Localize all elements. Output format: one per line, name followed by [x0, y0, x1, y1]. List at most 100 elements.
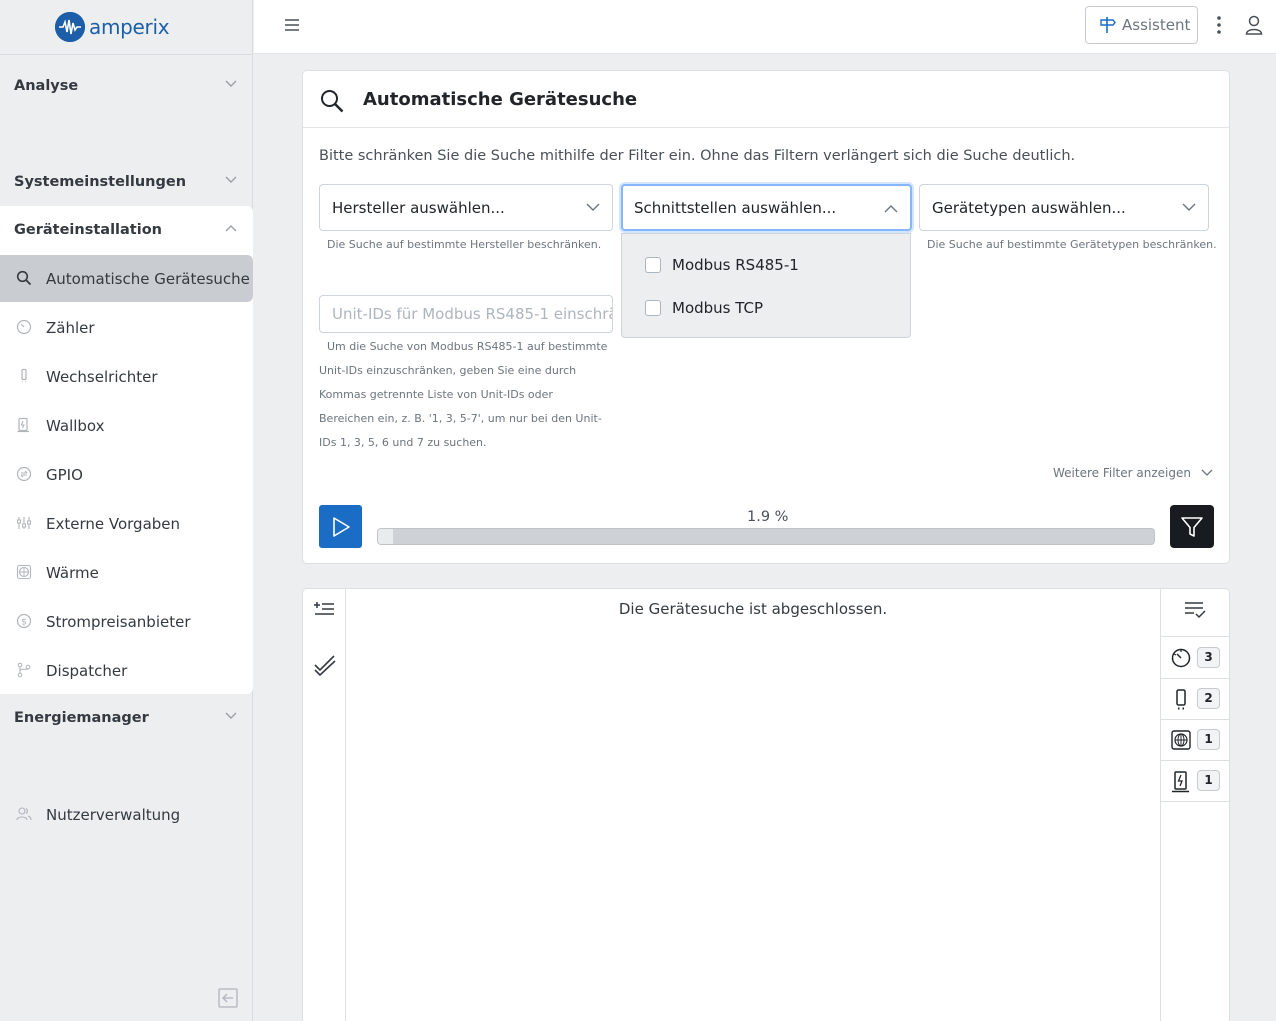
divider: [0, 54, 253, 55]
more-filters-toggle[interactable]: Weitere Filter anzeigen: [1053, 466, 1213, 480]
logo[interactable]: amperix: [55, 12, 170, 42]
checkbox[interactable]: [645, 300, 661, 316]
wallbox-icon: [1171, 771, 1191, 793]
section-geraeteinstallation-group: Geräteinstallation Automatische Gerätesu…: [0, 206, 253, 694]
heat-icon: [1171, 730, 1191, 750]
sidebar-item-wallbox[interactable]: Wallbox: [0, 402, 253, 449]
sidebar-item-label: Wärme: [46, 563, 99, 582]
search-icon: [319, 88, 345, 114]
svg-text:$: $: [21, 618, 27, 628]
section-energiemanager[interactable]: Energiemanager: [0, 694, 253, 742]
result-count-row[interactable]: 3: [1161, 638, 1229, 679]
results-left-toolbar: [303, 589, 346, 1021]
sidebar-item-label: Zähler: [46, 318, 95, 337]
page-title: Automatische Gerätesuche: [363, 89, 638, 110]
checkbox[interactable]: [645, 257, 661, 273]
section-systemeinstellungen[interactable]: Systemeinstellungen: [0, 158, 253, 206]
progress-fill: [378, 529, 393, 544]
section-geraeteinstallation[interactable]: Geräteinstallation: [0, 206, 253, 254]
sidebar-item-nutzerverwaltung[interactable]: Nutzerverwaltung: [0, 791, 253, 838]
meter-icon: [16, 319, 32, 335]
sidebar-item-label: Strompreisanbieter: [46, 612, 191, 631]
sidebar-item-automatische-geraetesuche[interactable]: Automatische Gerätesuche: [0, 255, 253, 302]
progress-bar: [377, 528, 1155, 545]
section-label: Analyse: [14, 78, 79, 94]
sidebar-item-externe-vorgaben[interactable]: Externe Vorgaben: [0, 500, 253, 547]
chevron-up-icon: [225, 224, 237, 232]
double-check-icon[interactable]: [313, 653, 337, 677]
device-types-select-placeholder: Gerätetypen auswählen...: [932, 198, 1126, 217]
sidebar-item-label: Externe Vorgaben: [46, 514, 181, 533]
sidebar-item-label: Wallbox: [46, 416, 105, 435]
result-count-row[interactable]: 1: [1161, 761, 1229, 802]
sidebar-item-wechselrichter[interactable]: Wechselrichter: [0, 353, 253, 400]
option-label: Modbus RS485-1: [672, 256, 799, 274]
filter-icon: [1180, 515, 1204, 539]
manufacturer-help: Die Suche auf bestimmte Hersteller besch…: [327, 238, 602, 251]
meter-icon: [1171, 648, 1191, 668]
sidebar-item-label: Dispatcher: [46, 661, 128, 680]
option-modbus-rs485-1[interactable]: Modbus RS485-1: [645, 256, 799, 274]
assistant-button[interactable]: Assistent: [1085, 6, 1198, 44]
sidebar-item-zaehler[interactable]: Zähler: [0, 304, 253, 351]
filter-hint: Bitte schränken Sie die Suche mithilfe d…: [319, 148, 1076, 164]
menu-icon[interactable]: [284, 18, 300, 32]
logo-text: amperix: [89, 15, 170, 39]
device-types-help: Die Suche auf bestimmte Gerätetypen besc…: [927, 238, 1217, 251]
topbar: Assistent: [254, 0, 1276, 54]
sidebar: amperix Analyse Systemeinstellungen Gerä…: [0, 0, 253, 1021]
chevron-down-icon: [1182, 203, 1196, 212]
section-label: Geräteinstallation: [14, 222, 162, 238]
add-list-icon[interactable]: [313, 600, 335, 618]
gpio-icon: [16, 466, 32, 482]
count-badge: 1: [1197, 729, 1220, 750]
card-header: Automatische Gerätesuche: [303, 71, 1229, 128]
unit-ids-help: Um die Suche von Modbus RS485-1 auf best…: [319, 340, 608, 449]
search-icon: [16, 270, 32, 286]
results-card: Die Gerätesuche ist abgeschlossen. 3 2 1…: [302, 588, 1230, 1021]
sidebar-item-dispatcher[interactable]: Dispatcher: [0, 647, 253, 694]
filter-button[interactable]: [1170, 505, 1214, 548]
results-right-toolbar: 3 2 1 1: [1160, 589, 1229, 1021]
chevron-down-icon: [586, 203, 600, 212]
interfaces-dropdown: Modbus RS485-1 Modbus TCP: [621, 233, 911, 338]
interfaces-select[interactable]: Schnittstellen auswählen...: [621, 184, 912, 231]
chevron-down-icon: [225, 712, 237, 720]
start-search-button[interactable]: [319, 505, 362, 548]
sidebar-item-label: GPIO: [46, 465, 83, 484]
unit-ids-input[interactable]: Unit-IDs für Modbus RS485-1 einschränken: [319, 295, 613, 333]
chevron-up-icon: [884, 204, 898, 213]
sidebar-item-label: Wechselrichter: [46, 367, 158, 386]
count-badge: 2: [1197, 688, 1220, 709]
external-icon: [16, 515, 32, 531]
dispatcher-icon: [16, 662, 32, 678]
manufacturer-select[interactable]: Hersteller auswählen...: [319, 184, 613, 231]
device-search-card: Automatische Gerätesuche Bitte schränken…: [302, 70, 1230, 564]
checklist-icon[interactable]: [1184, 601, 1206, 619]
signpost-icon: [1098, 15, 1118, 35]
more-options-icon[interactable]: [1216, 15, 1222, 35]
sidebar-item-waerme[interactable]: Wärme: [0, 549, 253, 596]
device-types-select[interactable]: Gerätetypen auswählen...: [919, 184, 1209, 231]
result-count-row[interactable]: 2: [1161, 679, 1229, 720]
user-icon[interactable]: [1244, 14, 1264, 36]
sidebar-item-gpio[interactable]: GPIO: [0, 451, 253, 498]
progress-label: 1.9 %: [747, 509, 789, 525]
collapse-sidebar-icon[interactable]: [218, 988, 238, 1008]
heat-icon: [16, 564, 32, 580]
users-icon: [16, 806, 32, 822]
sidebar-item-strompreisanbieter[interactable]: $ Strompreisanbieter: [0, 598, 253, 645]
sidebar-item-label: Nutzerverwaltung: [46, 805, 181, 824]
result-count-row[interactable]: 1: [1161, 720, 1229, 761]
assistant-button-label: Assistent: [1122, 16, 1191, 34]
sidebar-item-label: Automatische Gerätesuche: [46, 269, 250, 288]
inverter-icon: [16, 368, 32, 384]
section-label: Systemeinstellungen: [14, 174, 187, 190]
count-badge: 1: [1197, 770, 1220, 791]
section-analyse[interactable]: Analyse: [0, 62, 253, 110]
option-modbus-tcp[interactable]: Modbus TCP: [645, 299, 763, 317]
checklist-row[interactable]: [1161, 589, 1229, 637]
play-icon: [331, 516, 351, 538]
search-complete-message: Die Gerätesuche ist abgeschlossen.: [618, 600, 888, 618]
manufacturer-select-placeholder: Hersteller auswählen...: [332, 198, 505, 217]
